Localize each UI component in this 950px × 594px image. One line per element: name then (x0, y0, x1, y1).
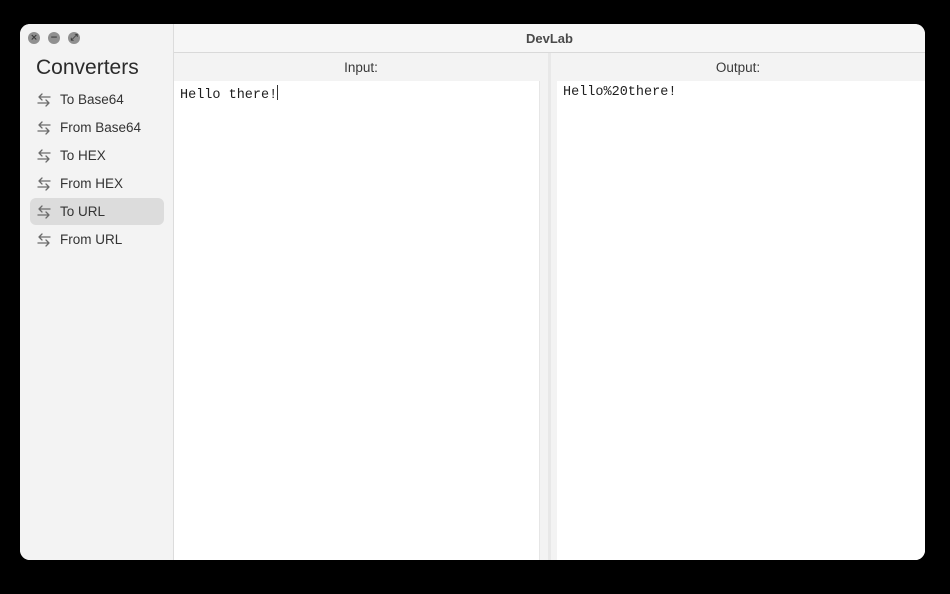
arrows-swap-icon (36, 176, 52, 192)
sidebar-item-from-base64[interactable]: From Base64 (30, 114, 164, 141)
sidebar-title: Converters (36, 56, 139, 79)
sidebar-item-label: From HEX (60, 176, 124, 191)
sidebar: × − ⤢ Converters To Base64 From Base64 T… (20, 24, 174, 560)
arrows-swap-icon (36, 148, 52, 164)
output-panel: Output: Hello%20there! (551, 53, 925, 560)
zoom-button[interactable]: ⤢ (68, 32, 80, 44)
arrows-swap-icon (36, 204, 52, 220)
sidebar-item-from-url[interactable]: From URL (30, 226, 164, 253)
input-field[interactable]: Hello there! (174, 81, 540, 560)
sidebar-item-label: To URL (60, 204, 106, 219)
converter-area: Input: Hello there! Output: Hello%20ther… (174, 53, 925, 560)
fullscreen-icon: ⤢ (70, 32, 78, 43)
title-bar: DevLab (174, 24, 925, 53)
text-cursor (277, 85, 279, 100)
sidebar-item-label: To HEX (60, 148, 106, 163)
sidebar-item-label: To Base64 (60, 92, 124, 107)
output-field[interactable]: Hello%20there! (557, 81, 925, 560)
window-controls: × − ⤢ (28, 32, 80, 44)
close-button[interactable]: × (28, 32, 40, 44)
arrows-swap-icon (36, 120, 52, 136)
window-title: DevLab (526, 30, 573, 46)
input-panel: Input: Hello there! (174, 53, 548, 560)
minimize-icon: − (50, 32, 58, 43)
sidebar-item-to-base64[interactable]: To Base64 (30, 86, 164, 113)
sidebar-item-from-hex[interactable]: From HEX (30, 170, 164, 197)
output-text: Hello%20there! (563, 85, 677, 100)
converter-list: To Base64 From Base64 To HEX From HEX To… (30, 86, 164, 254)
minimize-button[interactable]: − (48, 32, 60, 44)
input-label: Input: (344, 59, 378, 75)
sidebar-item-label: From URL (60, 232, 123, 247)
sidebar-item-to-url[interactable]: To URL (30, 198, 164, 225)
arrows-swap-icon (36, 92, 52, 108)
app-window: × − ⤢ Converters To Base64 From Base64 T… (20, 24, 925, 560)
output-label: Output: (715, 59, 761, 75)
arrows-swap-icon (36, 232, 52, 248)
sidebar-item-to-hex[interactable]: To HEX (30, 142, 164, 169)
sidebar-item-label: From Base64 (60, 120, 142, 135)
input-text: Hello there! (180, 88, 278, 103)
close-icon: × (30, 32, 38, 43)
